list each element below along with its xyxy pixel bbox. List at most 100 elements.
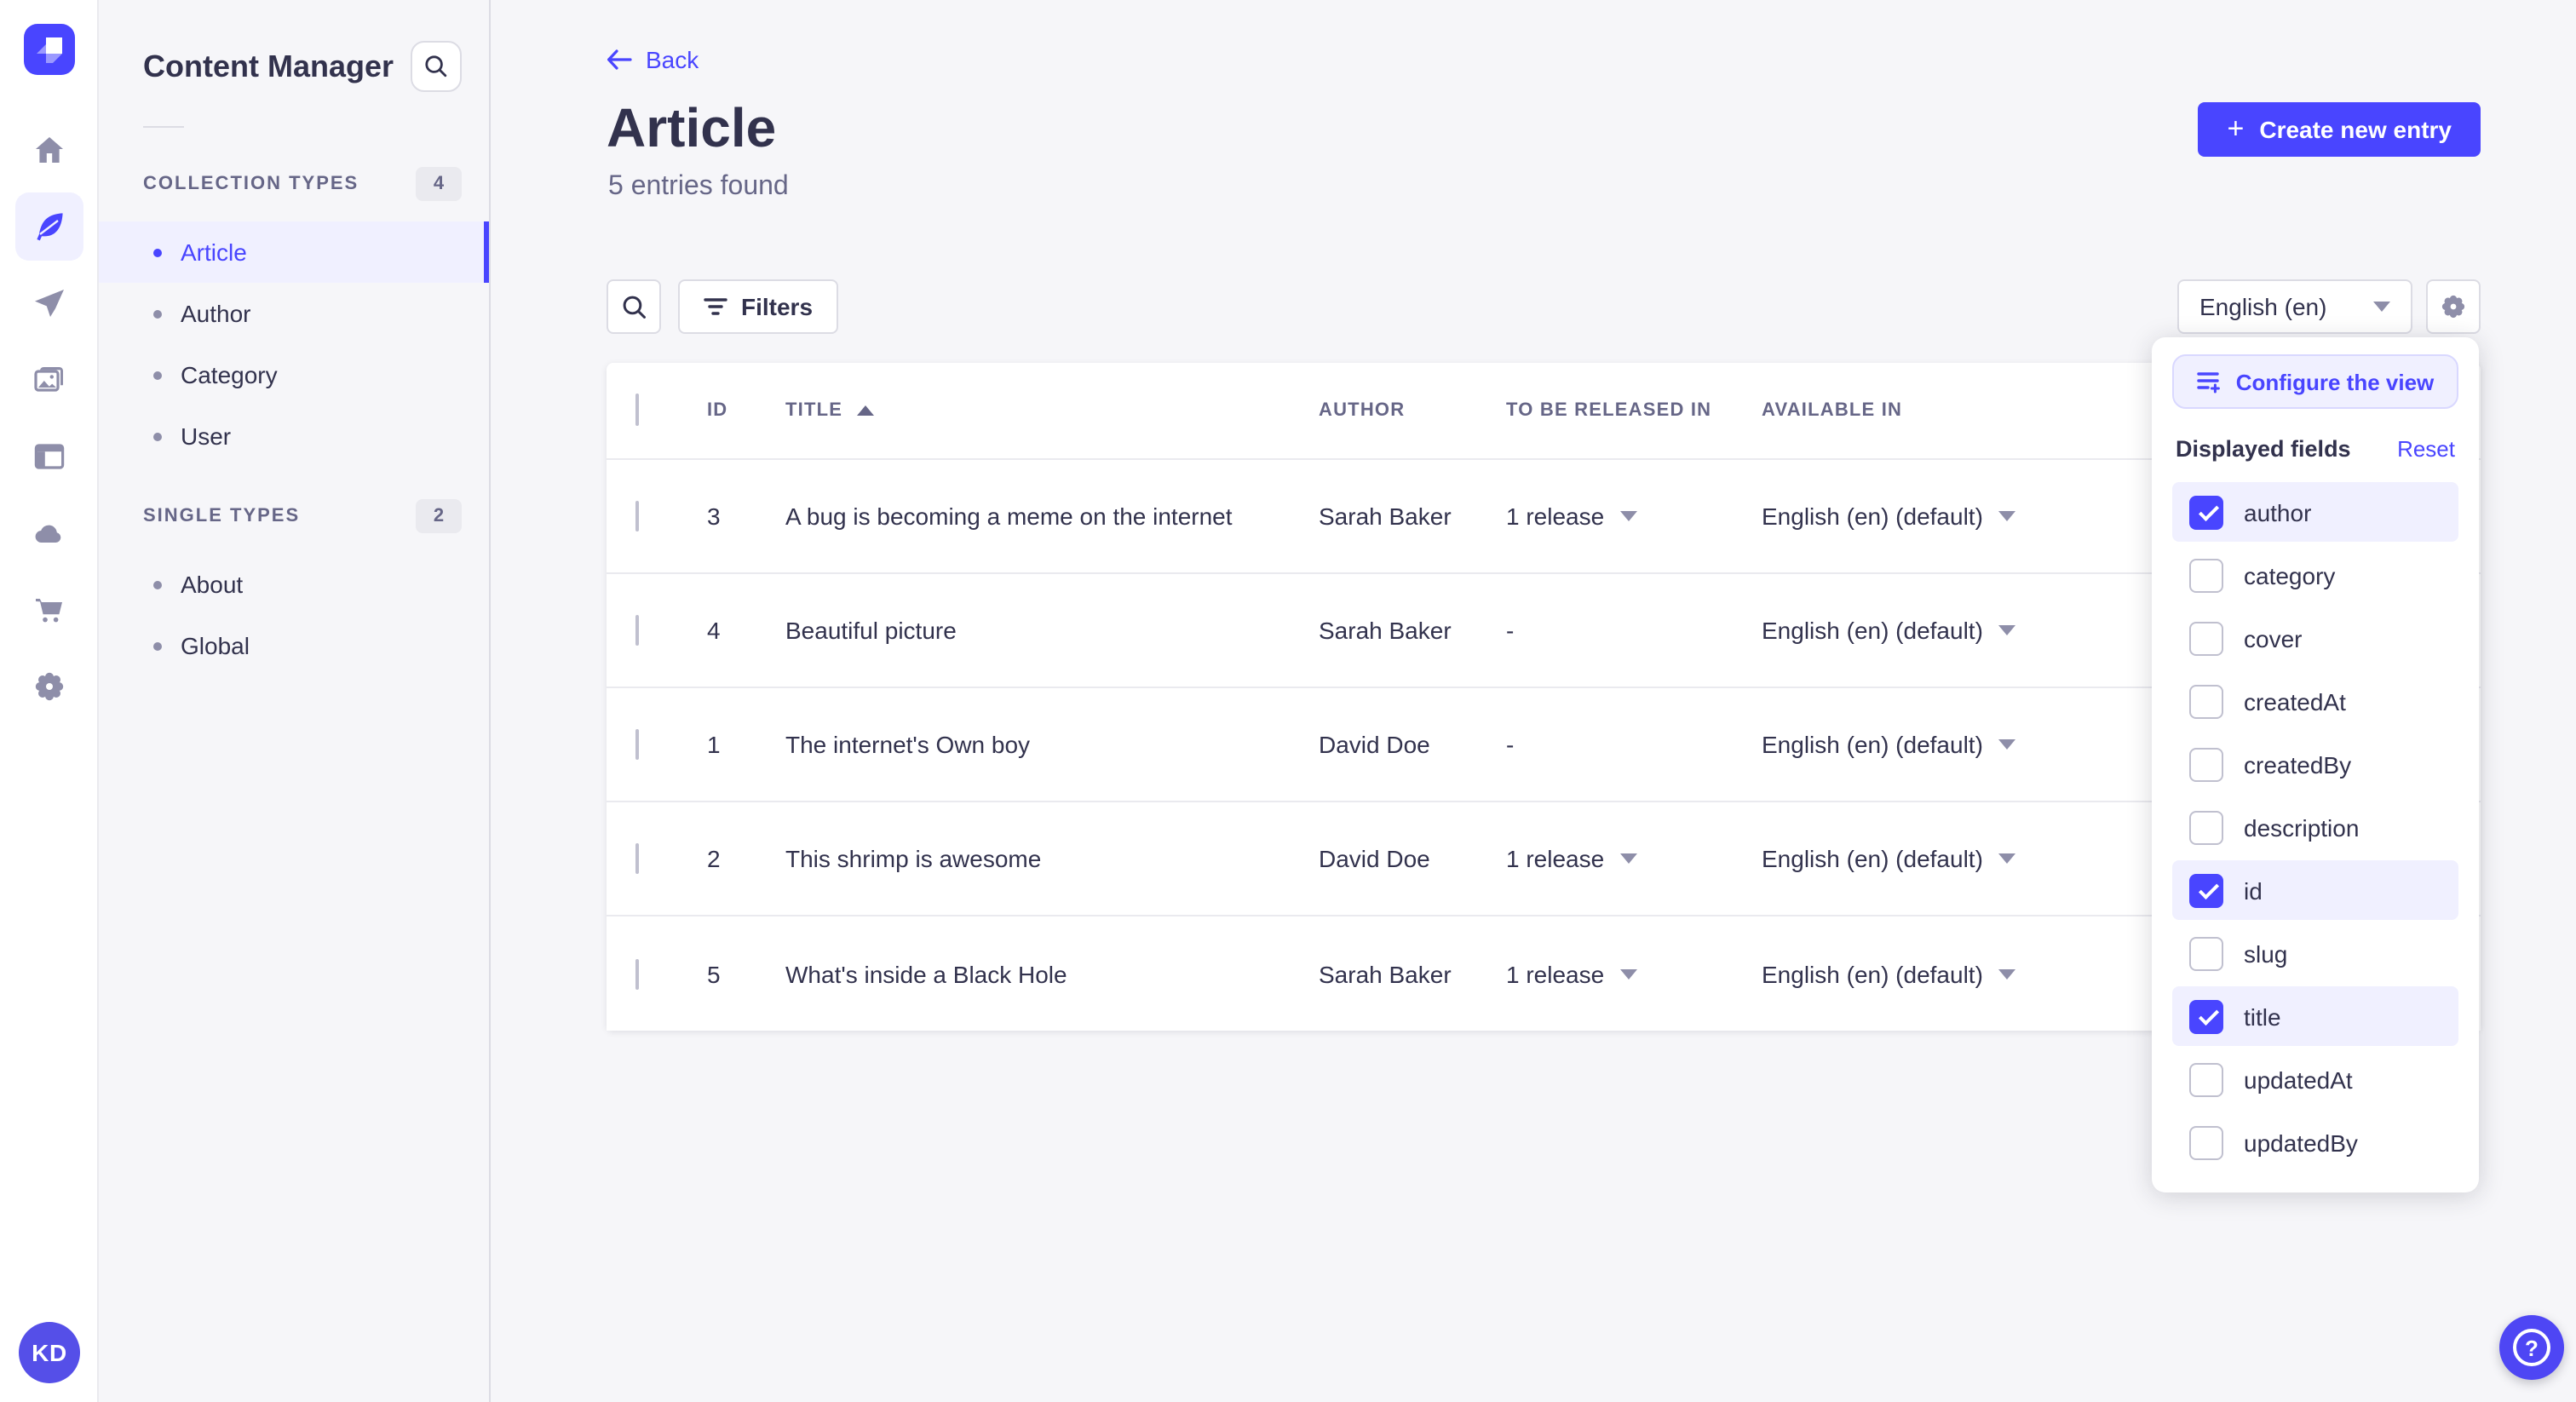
chevron-down-icon: [1998, 968, 2015, 979]
field-checkbox[interactable]: [2189, 1062, 2223, 1096]
column-header-author[interactable]: AUTHOR: [1319, 400, 1506, 421]
field-toggle-row[interactable]: id: [2172, 860, 2458, 920]
gear-icon: [2441, 295, 2465, 319]
field-toggle-row[interactable]: cover: [2172, 608, 2458, 668]
configure-view-icon: [2197, 372, 2221, 394]
field-checkbox[interactable]: [2189, 747, 2223, 781]
cell-title: What's inside a Black Hole: [785, 960, 1067, 987]
collection-types-list: Article Author Category User: [99, 221, 489, 467]
sidebar-collection-type-item[interactable]: Author: [99, 283, 489, 344]
cell-author: Sarah Baker: [1319, 960, 1452, 987]
row-checkbox[interactable]: [635, 615, 639, 646]
filters-label: Filters: [741, 293, 814, 320]
sidebar-item-label: Author: [181, 300, 251, 327]
field-toggle-row[interactable]: createdBy: [2172, 734, 2458, 794]
field-checkbox[interactable]: [2189, 999, 2223, 1033]
sidebar-collection-type-item[interactable]: Category: [99, 344, 489, 405]
configure-the-view-button[interactable]: Configure the view: [2172, 354, 2458, 409]
sidebar-collection-type-item[interactable]: Article: [99, 221, 489, 283]
field-toggle-row[interactable]: category: [2172, 545, 2458, 605]
sidebar-collection-type-item[interactable]: User: [99, 405, 489, 467]
active-indicator-bar: [484, 221, 489, 283]
field-toggle-row[interactable]: author: [2172, 482, 2458, 542]
field-toggle-row[interactable]: description: [2172, 797, 2458, 857]
row-checkbox[interactable]: [635, 501, 639, 531]
field-toggle-row[interactable]: updatedBy: [2172, 1112, 2458, 1172]
releases-paper-plane-icon[interactable]: [15, 269, 83, 337]
chevron-down-icon: [1998, 739, 2015, 750]
media-library-icon[interactable]: [15, 346, 83, 414]
cell-title: The internet's Own boy: [785, 731, 1031, 758]
chevron-down-icon: [2373, 302, 2390, 312]
column-header-title[interactable]: TITLE: [785, 400, 1319, 421]
view-settings-gear-button[interactable]: [2426, 279, 2481, 334]
plus-icon: +: [2227, 112, 2245, 145]
cell-released-in[interactable]: -: [1506, 731, 1762, 758]
field-checkbox[interactable]: [2189, 621, 2223, 655]
row-checkbox[interactable]: [635, 843, 639, 874]
column-header-released[interactable]: TO BE RELEASED IN: [1506, 400, 1762, 421]
single-types-label: SINGLE TYPES: [143, 506, 301, 526]
strapi-admin-app: KD Content Manager COLLECTION TYPES 4 Ar…: [0, 0, 2576, 1402]
displayed-fields-title: Displayed fields: [2176, 436, 2351, 462]
cell-released-in[interactable]: -: [1506, 617, 1762, 644]
settings-gear-icon[interactable]: [15, 652, 83, 721]
back-link[interactable]: Back: [607, 46, 699, 73]
field-checkbox[interactable]: [2189, 684, 2223, 718]
field-label: slug: [2244, 939, 2288, 967]
cell-released-in[interactable]: 1 release: [1506, 960, 1762, 987]
row-checkbox[interactable]: [635, 958, 639, 989]
sidebar-search-button[interactable]: [411, 41, 462, 92]
sidebar-item-label: About: [181, 571, 244, 598]
field-checkbox[interactable]: [2189, 1125, 2223, 1159]
bullet-icon: [153, 641, 162, 650]
field-toggle-row[interactable]: slug: [2172, 923, 2458, 983]
cell-author: Sarah Baker: [1319, 503, 1452, 530]
create-new-entry-button[interactable]: + Create new entry: [2198, 102, 2481, 157]
page-title: Article: [607, 97, 777, 158]
back-arrow-icon: [607, 49, 632, 70]
help-button[interactable]: ?: [2499, 1315, 2564, 1380]
question-mark-icon: ?: [2513, 1329, 2550, 1366]
field-checkbox[interactable]: [2189, 936, 2223, 970]
content-manager-feather-icon[interactable]: [15, 192, 83, 261]
field-label: id: [2244, 876, 2263, 904]
locale-select[interactable]: English (en): [2177, 279, 2412, 334]
reset-link[interactable]: Reset: [2397, 436, 2455, 462]
cell-author: David Doe: [1319, 845, 1430, 872]
sidebar-divider: [143, 126, 184, 128]
sidebar-title: Content Manager: [143, 49, 394, 83]
field-toggle-row[interactable]: updatedAt: [2172, 1049, 2458, 1109]
search-icon: [622, 295, 645, 318]
bullet-icon: [153, 309, 162, 318]
search-icon: [425, 55, 447, 78]
field-toggle-row[interactable]: createdAt: [2172, 671, 2458, 731]
field-checkbox[interactable]: [2189, 495, 2223, 529]
field-label: cover: [2244, 624, 2303, 652]
field-toggle-row[interactable]: title: [2172, 986, 2458, 1046]
row-checkbox[interactable]: [635, 729, 639, 760]
home-icon[interactable]: [15, 116, 83, 184]
sidebar-single-type-item[interactable]: Global: [99, 615, 489, 676]
filter-icon: [704, 298, 727, 315]
field-checkbox[interactable]: [2189, 873, 2223, 907]
cell-released-in[interactable]: 1 release: [1506, 503, 1762, 530]
table-search-button[interactable]: [607, 279, 661, 334]
content-type-builder-icon[interactable]: [15, 422, 83, 491]
filters-button[interactable]: Filters: [678, 279, 839, 334]
user-avatar[interactable]: KD: [19, 1322, 80, 1383]
marketplace-cart-icon[interactable]: [15, 576, 83, 644]
sidebar-single-type-item[interactable]: About: [99, 554, 489, 615]
cell-released-in[interactable]: 1 release: [1506, 845, 1762, 872]
nav-rail: KD: [0, 0, 99, 1402]
column-header-id[interactable]: ID: [707, 400, 785, 421]
single-types-header: SINGLE TYPES 2: [143, 499, 462, 533]
field-checkbox[interactable]: [2189, 810, 2223, 844]
select-all-checkbox[interactable]: [635, 394, 639, 426]
field-checkbox[interactable]: [2189, 558, 2223, 592]
field-label: title: [2244, 1003, 2281, 1030]
bullet-icon: [153, 371, 162, 379]
cell-title: Beautiful picture: [785, 617, 957, 644]
collection-types-count-badge: 4: [416, 167, 462, 201]
cloud-icon[interactable]: [15, 499, 83, 567]
